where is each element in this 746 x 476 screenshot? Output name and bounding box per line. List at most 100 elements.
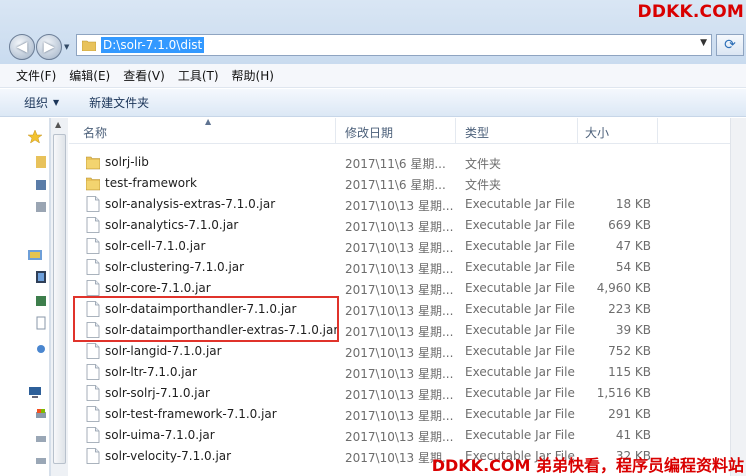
chevron-down-icon: ▼ <box>53 98 60 107</box>
file-row[interactable]: solr-test-framework-7.1.0.jar 2017\10\13 … <box>69 404 746 425</box>
drive-icon-2[interactable] <box>36 454 46 468</box>
file-type: Executable Jar File <box>465 302 575 316</box>
column-divider[interactable] <box>577 118 578 144</box>
organize-label: 组织 <box>24 96 49 110</box>
back-button[interactable]: ◀ <box>9 34 35 60</box>
file-date: 2017\10\13 星期... <box>345 367 454 381</box>
computer-icon[interactable] <box>28 386 42 400</box>
file-type: Executable Jar File <box>465 323 575 337</box>
address-dropdown-icon[interactable]: ▼ <box>700 38 707 48</box>
file-size: 41 KB <box>615 428 651 442</box>
file-row[interactable]: solr-langid-7.1.0.jar 2017\10\13 星期... Exe… <box>69 341 746 362</box>
file-date: 2017\11\6 星期... <box>345 157 446 171</box>
file-row[interactable]: test-framework 2017\11\6 星期... 文件夹 <box>69 173 746 194</box>
column-date[interactable]: 修改日期 <box>345 124 393 141</box>
column-name[interactable]: 名称 <box>83 124 107 141</box>
downloads-icon[interactable] <box>36 178 46 192</box>
file-name: solr-langid-7.1.0.jar <box>105 344 222 358</box>
file-name: solr-clustering-7.1.0.jar <box>105 260 245 274</box>
column-divider[interactable] <box>455 118 456 144</box>
file-name: solr-solrj-7.1.0.jar <box>105 386 210 400</box>
scrollbar-thumb[interactable] <box>53 134 66 464</box>
column-size[interactable]: 大小 <box>585 124 609 141</box>
file-size: 1,516 KB <box>596 386 651 400</box>
file-size: 291 KB <box>608 407 651 421</box>
file-size: 39 KB <box>615 323 651 337</box>
file-date: 2017\10\13 星期... <box>345 304 454 318</box>
sort-ascending-icon: ▲ <box>205 117 212 126</box>
videos-icon[interactable] <box>36 270 46 284</box>
file-date: 2017\10\13 星期... <box>345 241 454 255</box>
file-date: 2017\11\6 星期... <box>345 178 446 192</box>
menu-bar: 文件(F) 编辑(E) 查看(V) 工具(T) 帮助(H) <box>0 64 746 88</box>
column-divider[interactable] <box>335 118 336 144</box>
drive-icon[interactable] <box>36 432 46 446</box>
jar-file-icon <box>86 259 100 275</box>
file-type: Executable Jar File <box>465 239 575 253</box>
menu-view[interactable]: 查看(V) <box>117 67 171 84</box>
libraries-icon[interactable] <box>28 248 42 262</box>
documents-icon[interactable] <box>36 316 46 330</box>
recent-pages-dropdown-icon[interactable]: ▼ <box>64 43 74 53</box>
column-type[interactable]: 类型 <box>465 124 489 141</box>
navigation-pane <box>0 118 50 476</box>
file-row[interactable]: solr-analysis-extras-7.1.0.jar 2017\10\13… <box>69 194 746 215</box>
file-row[interactable]: solr-cell-7.1.0.jar 2017\10\13 星期... Execu… <box>69 236 746 257</box>
system-drive-icon[interactable] <box>36 408 46 422</box>
file-row[interactable]: solr-solrj-7.1.0.jar 2017\10\13 星期... Exec… <box>69 383 746 404</box>
recent-places-icon[interactable] <box>36 200 46 214</box>
desktop-folder-icon[interactable] <box>36 154 46 168</box>
file-row[interactable]: solr-uima-7.1.0.jar 2017\10\13 星期... Execu… <box>69 425 746 446</box>
file-type: Executable Jar File <box>465 260 575 274</box>
menu-tools[interactable]: 工具(T) <box>172 67 225 84</box>
file-type: Executable Jar File <box>465 407 575 421</box>
file-row[interactable]: solrj-lib 2017\11\6 星期... 文件夹 <box>69 152 746 173</box>
file-type: 文件夹 <box>465 157 502 171</box>
menu-help[interactable]: 帮助(H) <box>226 67 280 84</box>
navigation-scrollbar[interactable]: ▲ <box>50 118 68 476</box>
file-date: 2017\10\13 星期... <box>345 409 454 423</box>
jar-file-icon <box>86 280 100 296</box>
music-icon[interactable] <box>36 340 46 354</box>
file-date: 2017\10\13 星期... <box>345 199 454 213</box>
file-name: solr-ltr-7.1.0.jar <box>105 365 197 379</box>
jar-file-icon <box>86 427 100 443</box>
file-date: 2017\10\13 星期... <box>345 346 454 360</box>
file-size: 18 KB <box>615 197 651 211</box>
file-row[interactable]: solr-clustering-7.1.0.jar 2017\10\13 星期..… <box>69 257 746 278</box>
file-name: solr-core-7.1.0.jar <box>105 281 211 295</box>
scroll-up-icon[interactable]: ▲ <box>55 120 61 129</box>
jar-file-icon <box>86 406 100 422</box>
address-bar[interactable]: D:\solr-7.1.0\dist ▼ <box>76 34 712 56</box>
organize-button[interactable]: 组织 ▼ <box>24 94 59 111</box>
file-size: 54 KB <box>615 260 651 274</box>
pictures-icon[interactable] <box>36 294 46 308</box>
refresh-button[interactable]: ⟳ <box>716 34 744 56</box>
jar-file-icon <box>86 385 100 401</box>
column-divider[interactable] <box>657 118 658 144</box>
file-size: 115 KB <box>608 365 651 379</box>
column-header: ▲ 名称 修改日期 类型 大小 <box>69 117 746 144</box>
forward-button[interactable]: ▶ <box>36 34 62 60</box>
file-type: Executable Jar File <box>465 365 575 379</box>
file-type: Executable Jar File <box>465 281 575 295</box>
folder-icon <box>86 156 100 170</box>
menu-edit[interactable]: 编辑(E) <box>63 67 116 84</box>
file-name: solr-cell-7.1.0.jar <box>105 239 206 253</box>
address-path[interactable]: D:\solr-7.1.0\dist <box>101 37 205 53</box>
file-date: 2017\10\13 星期... <box>345 325 454 339</box>
file-size: 4,960 KB <box>596 281 651 295</box>
menu-file[interactable]: 文件(F) <box>10 67 62 84</box>
new-folder-label: 新建文件夹 <box>89 96 150 110</box>
new-folder-button[interactable]: 新建文件夹 <box>89 94 149 111</box>
file-row[interactable]: solr-analytics-7.1.0.jar 2017\10\13 星期...… <box>69 215 746 236</box>
favorites-star-icon[interactable] <box>28 130 42 144</box>
file-size: 669 KB <box>608 218 651 232</box>
file-date: 2017\10\13 星期... <box>345 388 454 402</box>
file-name: solr-analytics-7.1.0.jar <box>105 218 239 232</box>
file-type: Executable Jar File <box>465 428 575 442</box>
file-row[interactable]: solr-ltr-7.1.0.jar 2017\10\13 星期... Execut… <box>69 362 746 383</box>
watermark-bottom: DDKK.COM 弟弟快看，程序员编程资料站 <box>431 456 744 475</box>
file-type: Executable Jar File <box>465 386 575 400</box>
list-scrollbar[interactable] <box>730 118 746 476</box>
